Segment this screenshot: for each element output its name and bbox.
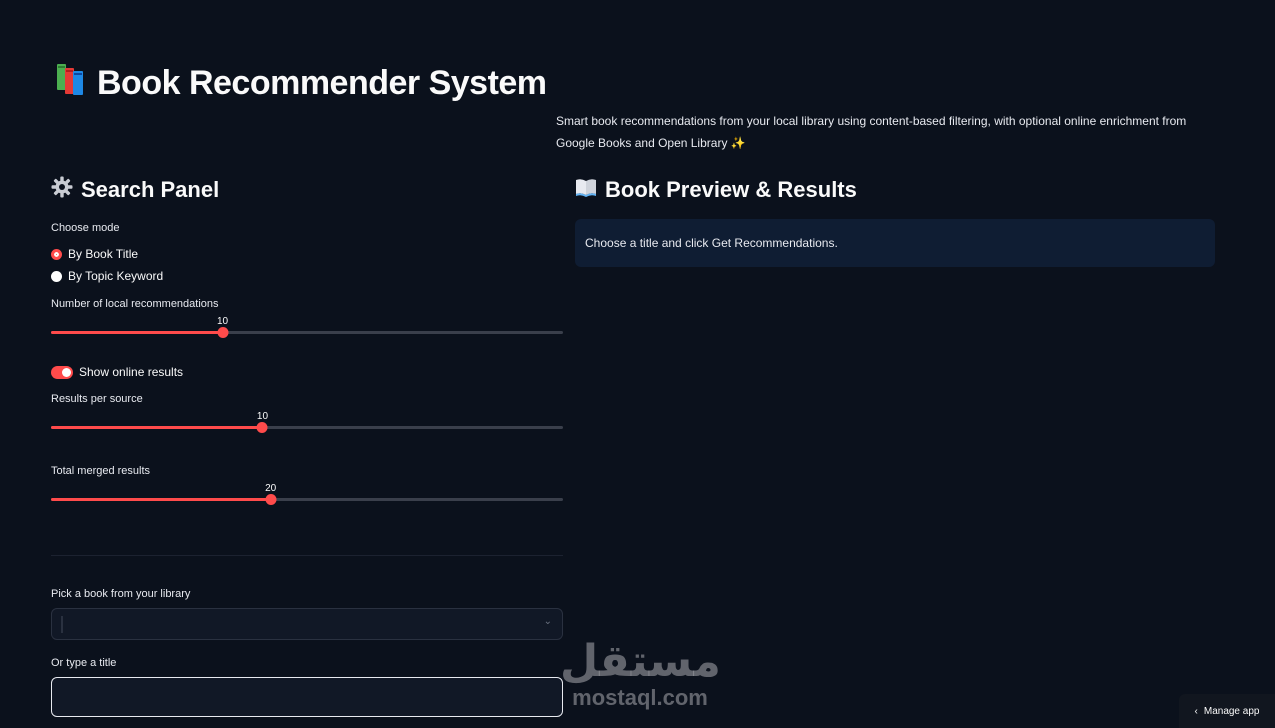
slider-fill <box>51 498 271 501</box>
manage-app-label: Manage app <box>1203 705 1260 717</box>
app-page: Book Recommender System Smart book recom… <box>0 0 1275 728</box>
manage-app-button[interactable]: ‹ Manage app <box>1179 694 1275 728</box>
slider-thumb[interactable] <box>265 494 277 505</box>
slider-track[interactable] <box>51 494 563 505</box>
books-icon <box>55 62 87 105</box>
search-panel-title: Search Panel <box>51 170 563 210</box>
open-book-icon <box>575 177 597 203</box>
local-recommendations-slider[interactable]: 10 <box>51 300 563 338</box>
search-panel: Search Panel Choose mode By Book Title B… <box>51 170 563 717</box>
chevron-left-icon: ‹ <box>1194 705 1198 717</box>
mode-label: Choose mode <box>51 222 120 234</box>
results-title: Book Preview & Results <box>575 170 1215 210</box>
radio-button-checked[interactable] <box>51 248 62 260</box>
select-cursor <box>61 616 63 633</box>
info-message: Choose a title and click Get Recommendat… <box>575 219 1215 267</box>
slider-value: 10 <box>256 411 269 422</box>
slider-value: 20 <box>265 483 277 494</box>
slider-track[interactable] <box>51 422 563 433</box>
app-description: Smart book recommendations from your loc… <box>556 114 1187 150</box>
results-title-text: Book Preview & Results <box>605 177 857 202</box>
radio-by-topic-keyword[interactable]: By Topic Keyword <box>51 265 563 287</box>
type-title-input[interactable] <box>51 677 563 717</box>
radio-label: By Book Title <box>68 247 139 261</box>
slider-thumb[interactable] <box>217 327 229 338</box>
total-merged-results-slider[interactable]: 20 <box>51 467 563 505</box>
type-title-label: Or type a title <box>51 657 117 669</box>
show-online-results-toggle[interactable]: Show online results <box>51 360 563 384</box>
toggle-switch[interactable] <box>51 365 73 379</box>
results-per-source-slider[interactable]: 10 <box>51 395 563 433</box>
slider-thumb[interactable] <box>256 422 268 433</box>
toggle-label: Show online results <box>79 365 184 379</box>
slider-track[interactable] <box>51 327 563 338</box>
slider-fill <box>51 331 223 334</box>
app-title-text: Book Recommender System <box>97 64 547 102</box>
radio-button[interactable] <box>51 270 62 282</box>
gear-icon <box>51 176 73 204</box>
results-panel: Book Preview & Results Choose a title an… <box>575 170 1215 267</box>
pick-book-label: Pick a book from your library <box>51 588 191 600</box>
radio-label: By Topic Keyword <box>68 269 164 283</box>
info-text: Choose a title and click Get Recommendat… <box>585 236 838 250</box>
slider-fill <box>51 426 263 429</box>
pick-book-select[interactable]: ⌄ <box>51 608 563 640</box>
chevron-down-icon[interactable]: ⌄ <box>544 616 552 627</box>
page-title: Book Recommender System <box>55 62 547 105</box>
search-panel-title-text: Search Panel <box>81 177 220 202</box>
radio-by-book-title[interactable]: By Book Title <box>51 243 563 265</box>
watermark-arabic: مستقل <box>560 636 721 687</box>
watermark: مستقل mostaql.com <box>560 636 721 710</box>
slider-value: 10 <box>216 316 229 327</box>
watermark-latin: mostaql.com <box>572 685 708 710</box>
